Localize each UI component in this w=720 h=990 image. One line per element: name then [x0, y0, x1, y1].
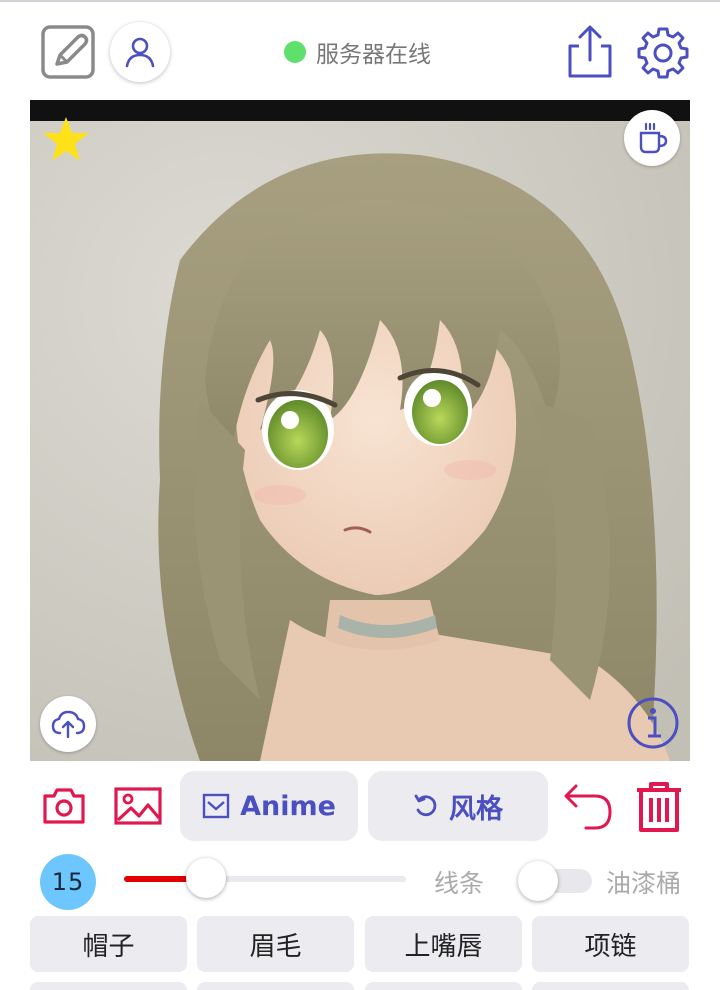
top-divider — [0, 0, 720, 2]
undo-icon — [564, 784, 612, 830]
user-icon — [125, 37, 155, 68]
chip-necklace[interactable]: 项链 — [532, 916, 689, 972]
style-label: 风格 — [449, 793, 503, 825]
settings-button[interactable] — [634, 24, 692, 82]
bucket-mode-label: 油漆桶 — [606, 869, 682, 898]
slider-thumb[interactable] — [186, 858, 226, 898]
toggle-knob — [518, 861, 558, 901]
coffee-button[interactable] — [624, 110, 680, 166]
brush-size-slider[interactable] — [124, 858, 406, 898]
chip-eyebrow[interactable]: 眉毛 — [197, 916, 354, 972]
trash-icon — [637, 782, 681, 832]
chip-upper-lip[interactable]: 上嘴唇 — [365, 916, 522, 972]
share-icon — [568, 25, 612, 78]
cloud-upload-icon — [51, 710, 86, 739]
image-icon — [114, 787, 162, 825]
chip-row-peek — [365, 982, 522, 990]
camera-button[interactable] — [40, 784, 88, 828]
upload-button[interactable] — [40, 696, 96, 752]
mail-icon — [202, 793, 230, 819]
coffee-cup-icon — [639, 122, 668, 154]
star-icon[interactable] — [40, 114, 92, 166]
line-mode-label: 线条 — [434, 869, 485, 898]
gear-icon — [637, 27, 689, 79]
style-button[interactable]: 风格 — [368, 771, 548, 841]
share-button[interactable] — [564, 24, 616, 80]
bucket-toggle[interactable] — [518, 861, 592, 901]
model-label: Anime — [240, 790, 336, 822]
brush-size-badge: 15 — [40, 854, 96, 910]
chip-row-peek — [30, 982, 187, 990]
gallery-button[interactable] — [112, 784, 164, 828]
chip-row-peek — [532, 982, 689, 990]
refresh-icon — [414, 794, 437, 817]
camera-icon — [43, 788, 85, 824]
drawing-canvas[interactable] — [30, 100, 690, 761]
edit-button[interactable] — [40, 24, 98, 82]
info-icon — [627, 697, 679, 749]
server-status-text: 服务器在线 — [316, 42, 431, 68]
profile-button[interactable] — [110, 22, 170, 82]
chip-hat[interactable]: 帽子 — [30, 916, 187, 972]
edit-icon — [41, 25, 95, 79]
status-dot-icon — [284, 41, 306, 63]
model-selector-button[interactable]: Anime — [180, 771, 358, 841]
server-status: 服务器在线 — [284, 36, 431, 68]
undo-button[interactable] — [562, 782, 614, 832]
delete-button[interactable] — [632, 780, 686, 834]
info-button[interactable] — [626, 696, 680, 750]
chip-row-peek — [197, 982, 354, 990]
anime-portrait-image — [30, 100, 690, 761]
